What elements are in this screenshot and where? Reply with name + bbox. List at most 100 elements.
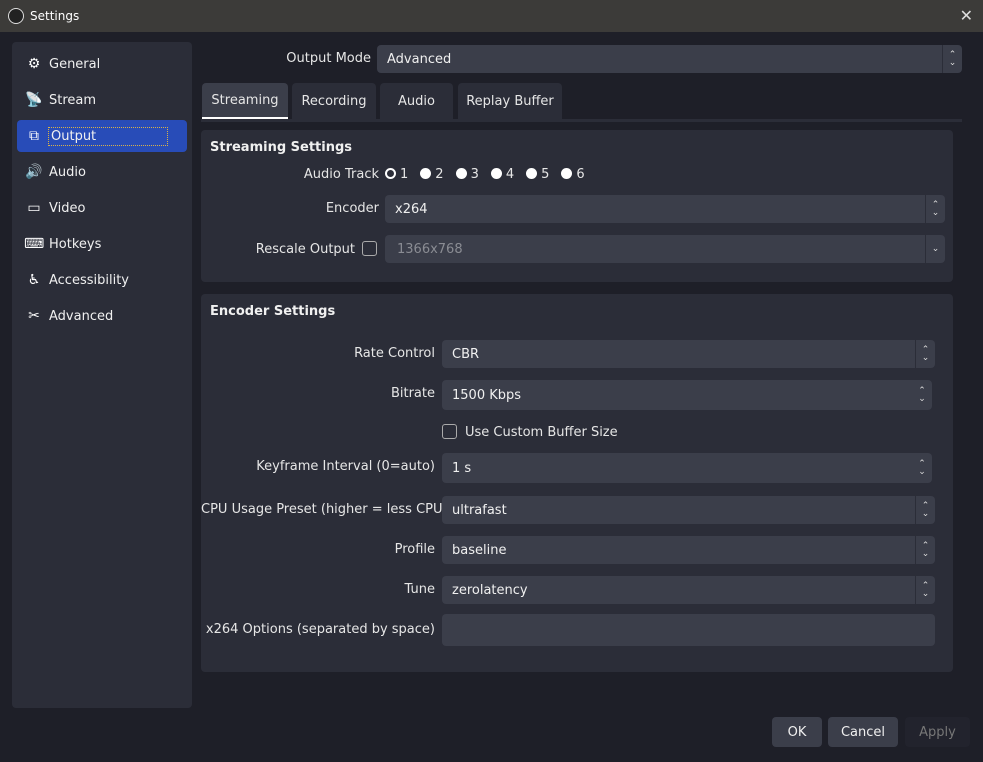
speaker-icon: 🔊 <box>25 164 43 180</box>
sidebar-item-advanced[interactable]: ✂ Advanced <box>17 300 187 332</box>
sidebar-item-label: Hotkeys <box>49 236 102 252</box>
profile-label: Profile <box>394 542 435 557</box>
sidebar-item-label: Stream <box>49 92 97 108</box>
gear-icon: ⚙ <box>27 56 41 72</box>
sidebar-item-stream[interactable]: 📡 Stream <box>17 84 187 116</box>
encoder-settings-title: Encoder Settings <box>210 304 336 319</box>
tab-replay-buffer[interactable]: Replay Buffer <box>458 83 562 119</box>
sidebar-item-audio[interactable]: 🔊 Audio <box>17 156 187 188</box>
rescale-output-select[interactable]: 1366x768 ⌄ <box>385 235 945 263</box>
bitrate-value: 1500 Kbps <box>452 387 522 403</box>
rescale-output-checkbox[interactable] <box>362 241 377 256</box>
sidebar-item-output[interactable]: ⧉ Output <box>17 120 187 152</box>
encoder-select[interactable]: x264 ⌃ ⌄ <box>385 195 945 223</box>
encoder-label: Encoder <box>325 201 379 216</box>
cpu-preset-select[interactable]: ultrafast ⌃ ⌄ <box>442 496 935 524</box>
sidebar-item-label: Video <box>49 200 86 216</box>
audio-track-number: 6 <box>576 167 585 182</box>
apply-button[interactable]: Apply <box>905 717 970 747</box>
tab-label: Audio <box>398 93 435 109</box>
keyframe-value: 1 s <box>452 460 472 476</box>
window-title: Settings <box>30 9 80 23</box>
tab-label: Streaming <box>211 92 279 108</box>
tab-label: Replay Buffer <box>466 93 554 109</box>
sidebar-item-video[interactable]: ▭ Video <box>17 192 187 224</box>
tune-select[interactable]: zerolatency ⌃ ⌄ <box>442 576 935 604</box>
tune-value: zerolatency <box>452 582 528 598</box>
audio-track-number: 5 <box>541 167 550 182</box>
rescale-value: 1366x768 <box>397 241 463 257</box>
chevron-down-icon: ⌄ <box>925 235 945 263</box>
custom-buffer-checkbox[interactable] <box>442 424 457 439</box>
sidebar-item-label: Output <box>48 126 168 146</box>
apply-label: Apply <box>919 724 956 740</box>
audio-track-label: Audio Track <box>303 167 379 182</box>
sidebar-item-general[interactable]: ⚙ General <box>17 48 187 80</box>
encoder-value: x264 <box>395 201 428 217</box>
audio-track-radio-2[interactable] <box>420 168 432 179</box>
tab-divider <box>201 119 962 122</box>
keyboard-icon: ⌨ <box>24 236 45 252</box>
rescale-output-label: Rescale Output <box>255 242 355 257</box>
output-mode-select[interactable]: Advanced ⌃ ⌄ <box>377 45 962 73</box>
output-icon: ⧉ <box>29 128 39 144</box>
cpu-preset-value: ultrafast <box>452 502 507 518</box>
rate-control-label: Rate Control <box>354 346 435 361</box>
bitrate-spinbox[interactable]: 1500 Kbps ⌃ ⌄ <box>442 380 932 410</box>
tab-recording[interactable]: Recording <box>292 83 376 119</box>
updown-icon: ⌃ ⌄ <box>915 340 935 368</box>
audio-track-radio-4[interactable] <box>490 168 502 179</box>
updown-icon: ⌃ ⌄ <box>925 195 945 223</box>
audio-track-number: 4 <box>505 167 515 182</box>
tab-label: Recording <box>301 93 367 109</box>
output-mode-value: Advanced <box>387 51 452 67</box>
bitrate-label: Bitrate <box>390 386 435 401</box>
spin-arrows-icon[interactable]: ⌃ ⌄ <box>912 453 932 483</box>
profile-select[interactable]: baseline ⌃ ⌄ <box>442 536 935 564</box>
audio-track-number: 2 <box>435 167 444 182</box>
sidebar-item-label: Accessibility <box>49 272 129 288</box>
encoder-settings-panel: Encoder Settings Rate Control CBR ⌃ ⌄ Bitr… <box>201 294 953 672</box>
audio-track-radio-6[interactable] <box>561 168 573 179</box>
output-mode-label: Output Mode <box>286 51 371 66</box>
updown-icon: ⌃ ⌄ <box>915 536 935 564</box>
cancel-button[interactable]: Cancel <box>828 717 898 747</box>
profile-value: baseline <box>452 542 507 558</box>
rate-control-value: CBR <box>452 346 480 362</box>
cancel-label: Cancel <box>840 724 886 740</box>
spin-arrows-icon[interactable]: ⌃ ⌄ <box>912 380 932 410</box>
tab-streaming[interactable]: Streaming <box>202 83 288 119</box>
keyframe-spinbox[interactable]: 1 s ⌃ ⌄ <box>442 453 932 483</box>
updown-icon: ⌃ ⌄ <box>915 576 935 604</box>
audio-track-radio-3[interactable] <box>455 168 467 179</box>
updown-icon: ⌃ ⌄ <box>915 496 935 524</box>
updown-icon: ⌃ ⌄ <box>942 45 962 73</box>
custom-buffer-label: Use Custom Buffer Size <box>465 425 618 440</box>
accessibility-icon: ♿ <box>27 272 41 288</box>
tab-audio[interactable]: Audio <box>380 83 453 119</box>
ok-button[interactable]: OK <box>772 717 822 747</box>
keyframe-label: Keyframe Interval (0=auto) <box>256 459 435 474</box>
sidebar-item-hotkeys[interactable]: ⌨ Hotkeys <box>17 228 187 260</box>
rate-control-select[interactable]: CBR ⌃ ⌄ <box>442 340 935 368</box>
audio-track-number: 3 <box>470 167 479 182</box>
sidebar-item-accessibility[interactable]: ♿ Accessibility <box>17 264 187 296</box>
sidebar-item-label: Audio <box>49 164 86 180</box>
sidebar-item-label: Advanced <box>49 308 114 324</box>
cpu-preset-label: CPU Usage Preset (higher = less CPU) <box>201 502 448 517</box>
sidebar: ⚙ General 📡 Stream ⧉ Output 🔊 Audio ▭ Video ⌨ Hotke… <box>12 42 192 708</box>
audio-track-radio-1[interactable] <box>385 168 396 179</box>
obs-logo-icon <box>8 8 24 24</box>
title-bar: Settings ✕ <box>0 0 983 32</box>
audio-track-radio-5[interactable] <box>526 168 538 179</box>
x264-options-input[interactable] <box>442 614 935 646</box>
tune-label: Tune <box>404 582 435 597</box>
close-icon[interactable]: ✕ <box>960 6 973 25</box>
tools-icon: ✂ <box>28 308 40 324</box>
ok-label: OK <box>787 724 807 740</box>
sidebar-item-label: General <box>49 56 101 72</box>
streaming-settings-title: Streaming Settings <box>210 140 353 155</box>
streaming-settings-panel: Streaming Settings Audio Track 1 2 3 4 5 6 En… <box>201 130 953 282</box>
audio-track-number: 1 <box>400 167 409 182</box>
audio-track-radios: 1 2 3 4 5 6 <box>373 167 585 182</box>
